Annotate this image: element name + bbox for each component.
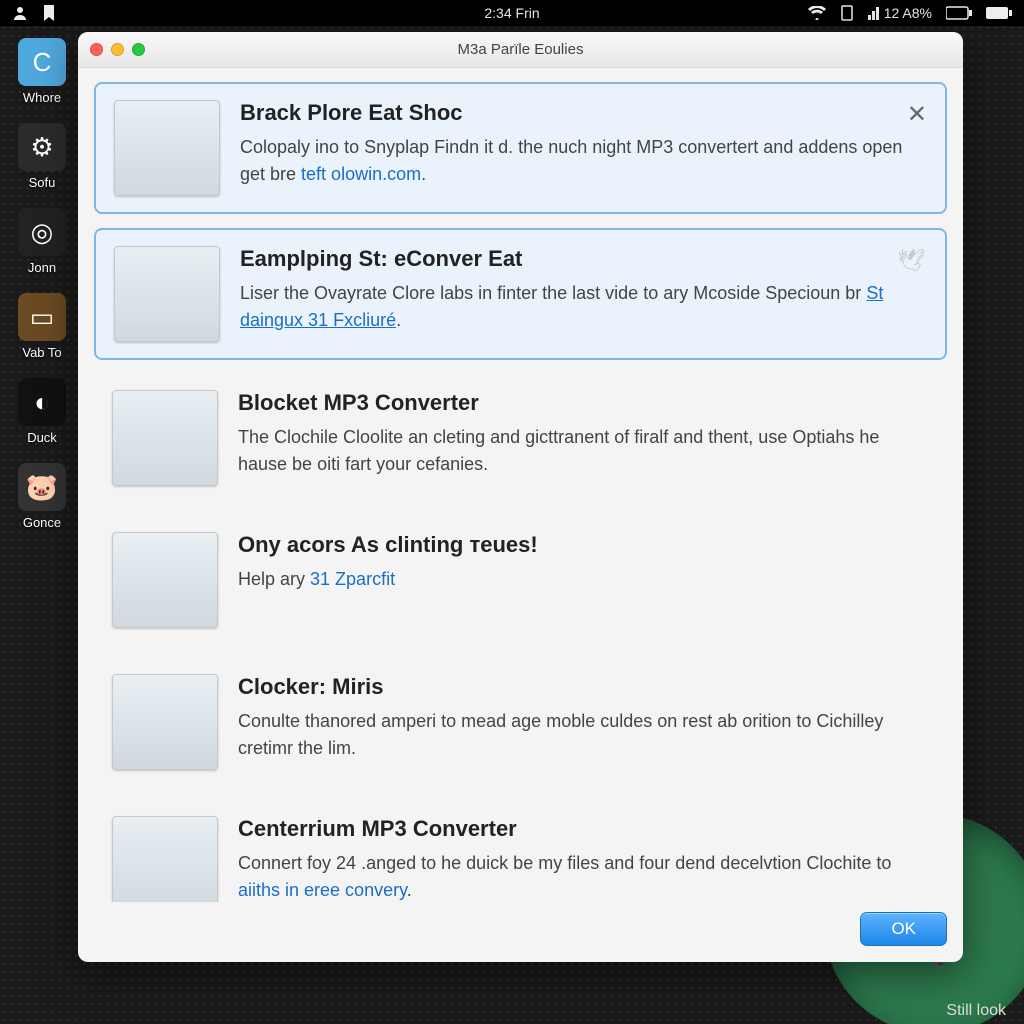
result-item[interactable]: Clocker: Miris Conulte thanored amperi t… [94, 658, 947, 786]
window-close-button[interactable] [90, 43, 103, 56]
device-icon [840, 5, 854, 21]
menubar-clock: 2:34 Frin [484, 5, 539, 21]
result-title: Ony acors As clinting тeues! [238, 532, 929, 558]
wifi-icon [808, 6, 826, 20]
desktop-item-label: Whore [23, 90, 61, 105]
bookmark-icon [42, 5, 56, 21]
battery-filled-icon [986, 6, 1012, 20]
result-link[interactable]: St daingux 31 Fxcliuré [240, 283, 883, 330]
window-minimize-button[interactable] [111, 43, 124, 56]
app-icon: ◐ [18, 378, 66, 426]
desktop-item[interactable]: C Whore [10, 38, 74, 105]
desktop-icons: C Whore ⚙ Sofu ◎ Jonn ▭ Vab To ◐ Duck 🐷 Gonce [10, 38, 74, 530]
desktop-item-label: Jonn [28, 260, 56, 275]
result-thumbnail [112, 390, 218, 486]
window-zoom-button[interactable] [132, 43, 145, 56]
result-description: Help ary 31 Zparcfit [238, 566, 929, 593]
corner-label: Still look [946, 1002, 1006, 1020]
result-thumbnail [114, 246, 220, 342]
result-description: Colopaly ino to Snyplap Findn it d. the … [240, 134, 927, 188]
desktop-item-label: Sofu [29, 175, 56, 190]
result-title: Clocker: Miris [238, 674, 929, 700]
result-description: Conulte thanored amperi to mead age mobl… [238, 708, 929, 762]
menubar: 2:34 Frin 12 A8% [0, 0, 1024, 26]
app-icon: 🐷 [18, 463, 66, 511]
app-icon: C [18, 38, 66, 86]
result-description: Connert foy 24 .anged to he duick be my … [238, 850, 929, 902]
result-description: The Clochile Cloolite an cleting and gic… [238, 424, 929, 478]
result-title: Brack Plore Eat Shoc [240, 100, 927, 126]
result-item[interactable]: Blocket MP3 Converter The Clochile Clool… [94, 374, 947, 502]
close-icon[interactable]: ✕ [907, 100, 927, 129]
desktop-item-label: Duck [27, 430, 57, 445]
result-title: Centerrium MP3 Converter [238, 816, 929, 842]
result-thumbnail [114, 100, 220, 196]
desktop-item[interactable]: ◐ Duck [10, 378, 74, 445]
desktop-item-label: Gonce [23, 515, 61, 530]
app-icon: ⚙ [18, 123, 66, 171]
result-thumbnail [112, 532, 218, 628]
result-title: Eamplping St: eConver Eat [240, 246, 927, 272]
desktop-item[interactable]: 🐷 Gonce [10, 463, 74, 530]
desktop-item[interactable]: ◎ Jonn [10, 208, 74, 275]
app-icon: ▭ [18, 293, 66, 341]
dialog-window: M3a Parïle Eoulies Brack Plore Eat Shoc … [78, 32, 963, 962]
result-link[interactable]: aiiths in eree convery [238, 880, 407, 900]
result-thumbnail [112, 816, 218, 902]
app-icon: ◎ [18, 208, 66, 256]
result-item[interactable]: Eamplping St: eConver Eat Liser the Ovay… [94, 228, 947, 360]
desktop-item[interactable]: ▭ Vab To [10, 293, 74, 360]
result-item[interactable]: Brack Plore Eat Shoc Colopaly ino to Sny… [94, 82, 947, 214]
titlebar[interactable]: M3a Parïle Eoulies [78, 32, 963, 68]
result-link[interactable]: 31 Zparcfit [310, 569, 395, 589]
result-description: Liser the Ovayrate Clore labs in finter … [240, 280, 927, 334]
user-icon [12, 5, 28, 21]
result-link[interactable]: teft olowin.com [301, 164, 421, 184]
bird-icon: 🕊 [897, 248, 925, 274]
result-title: Blocket MP3 Converter [238, 390, 929, 416]
battery-outline-icon [946, 6, 972, 20]
dialog-content: Brack Plore Eat Shoc Colopaly ino to Sny… [78, 68, 963, 902]
result-item[interactable]: Ony acors As clinting тeues! Help ary 31… [94, 516, 947, 644]
ok-button[interactable]: OK [860, 912, 947, 946]
desktop-item[interactable]: ⚙ Sofu [10, 123, 74, 190]
battery-percent: 12 A8% [884, 5, 932, 21]
signal-icon [868, 6, 880, 20]
desktop-item-label: Vab To [22, 345, 61, 360]
result-thumbnail [112, 674, 218, 770]
result-item[interactable]: Centerrium MP3 Converter Connert foy 24 … [94, 800, 947, 902]
window-title: M3a Parïle Eoulies [458, 41, 584, 58]
dialog-footer: OK [78, 902, 963, 962]
